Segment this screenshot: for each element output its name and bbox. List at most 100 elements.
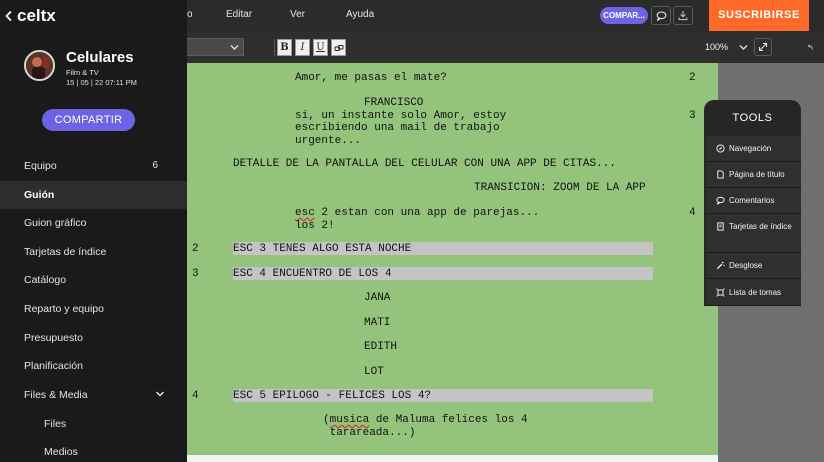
app-root: o Editar Ver Ayuda COMPAR... SUSCRIBIRSE… [0,0,824,462]
transition-line[interactable]: TRANSICION: ZOOM DE LA APP [474,182,646,195]
tool-label: Desglose [729,261,763,270]
project-date: 15 | 05 | 22 07:11 PM [66,78,137,87]
toolbar-divider [274,39,275,56]
scene-number: 2 [192,243,199,255]
scene-number: 3 [192,268,199,280]
script-page[interactable]: Amor, me pasas el mate? 2 FRANCISCO si, … [187,63,718,455]
character-name[interactable]: JANA [364,292,390,305]
menu-item-partial[interactable]: o [187,9,193,20]
link-button[interactable] [331,39,346,56]
sidebar-item-reparto-y-equipo[interactable]: Reparto y equipo [0,295,187,323]
sidebar-item-label: Files [44,418,67,430]
sidebar-item-presupuesto[interactable]: Presupuesto [0,324,187,352]
tools-panel: TOOLS Navegación Página de título Coment… [704,100,801,306]
compass-icon [716,144,725,153]
dialogue-line[interactable]: urgente... [295,135,361,148]
sidebar-item-label: Medios [44,446,78,458]
zoom-select[interactable]: 100% [704,38,752,56]
page-number: 2 [689,72,696,84]
share-header-button[interactable]: COMPAR... [600,7,648,24]
tool-label: Comentarios [729,196,775,205]
sidebar: celtx Celulares Film & TV 15 | 05 | 22 0… [0,0,187,462]
scene-heading[interactable]: ESC 3 TENES ALGO ESTA NOCHE [233,243,411,256]
tool-comentarios[interactable]: Comentarios [706,188,801,214]
dialogue-line[interactable]: Amor, me pasas el mate? [295,72,447,85]
dialogue-line[interactable]: los 2! [295,220,335,233]
page-number: 4 [689,207,696,219]
character-name[interactable]: LOT [364,366,384,379]
sidebar-item-guion-grafico[interactable]: Guion gráfico [0,209,187,237]
document-icon [717,170,724,179]
scene-number: 4 [192,390,199,402]
dialogue-line[interactable]: esc 2 estan con una app de parejas... [295,207,539,220]
scene-heading[interactable]: ESC 4 ENCUENTRO DE LOS 4 [233,268,391,281]
character-name[interactable]: EDITH [364,341,397,354]
frame-icon [716,287,725,297]
tool-tarjetas-de-indice[interactable]: Tarjetas de índice [706,214,801,253]
menu-ver[interactable]: Ver [290,9,305,20]
bold-button[interactable]: B [277,39,292,56]
sidebar-item-label: Guion gráfico [24,217,87,229]
parenthetical-line[interactable]: (musica de Maluma felices los 4 [323,414,528,427]
project-avatar[interactable] [24,50,55,81]
misspelled-word[interactable]: esc [295,207,315,219]
download-icon [678,11,688,21]
menu-ayuda[interactable]: Ayuda [346,9,374,20]
sidebar-item-label: Files & Media [24,389,88,401]
tool-label: Página de título [729,170,785,179]
comments-button[interactable] [651,6,671,25]
character-name[interactable]: FRANCISCO [364,97,423,110]
sidebar-item-label: Equipo [24,160,57,172]
parenthetical-line[interactable]: tarareada...) [323,427,416,440]
tool-label: Navegación [729,144,772,153]
tool-navegacion[interactable]: Navegación [706,136,801,162]
project-type: Film & TV [66,68,99,77]
element-style-select[interactable] [187,38,244,56]
sidebar-item-label: Reparto y equipo [24,303,104,315]
link-icon [334,45,343,51]
tool-lista-de-tomas[interactable]: Lista de tomas [706,279,801,306]
sidebar-item-medios[interactable]: Medios [0,438,187,462]
sidebar-item-tarjetas-de-indice[interactable]: Tarjetas de índice [0,238,187,266]
chevron-down-icon [230,45,239,50]
italic-button[interactable]: I [295,39,310,56]
dialogue-line[interactable]: escribiendo una mail de trabajo [295,122,500,135]
fullscreen-button[interactable] [754,38,772,56]
tool-label: Tarjetas de índice [729,222,792,231]
scene-heading[interactable]: ESC 5 EPILOGO - FELICES LOS 4? [233,390,431,403]
misspelled-word[interactable]: musica [330,414,370,426]
paren-text: de Maluma felices los 4 [369,414,528,426]
sidebar-item-files[interactable]: Files [0,410,187,438]
sidebar-item-files-media[interactable]: Files & Media [0,381,187,409]
sidebar-item-label: Planificación [24,360,83,372]
page-number: 3 [689,110,696,122]
sidebar-item-planificacion[interactable]: Planificación [0,352,187,380]
sidebar-item-label: Catálogo [24,274,67,286]
chevron-down-icon [739,45,748,50]
collapse-arrow-icon[interactable] [806,44,814,51]
expand-icon [758,42,768,52]
sidebar-item-label: Guión [24,189,55,201]
sidebar-item-guion[interactable]: Guión [0,181,187,209]
sidebar-item-catalogo[interactable]: Catálogo [0,266,187,294]
sidebar-item-equipo[interactable]: Equipo 6 [0,152,187,180]
dialogue-text: 2 estan con una app de parejas... [314,207,540,219]
share-button[interactable]: COMPARTIR [42,109,135,131]
sidebar-item-label: Tarjetas de índice [24,246,107,258]
tool-desglose[interactable]: Desglose [706,253,801,279]
tool-pagina-de-titulo[interactable]: Página de título [706,162,801,188]
project-title: Celulares [66,49,134,66]
avatar-image [26,52,53,79]
chat-bubble-icon [656,10,666,21]
app-logo[interactable]: celtx [4,6,56,26]
character-name[interactable]: MATI [364,317,390,330]
download-button[interactable] [673,6,693,25]
underline-button[interactable]: U [313,39,328,56]
app-name: celtx [17,6,56,25]
tool-label: Lista de tomas [729,287,782,297]
menu-editar[interactable]: Editar [226,9,252,20]
action-line[interactable]: DETALLE DE LA PANTALLA DEL CELULAR CON U… [233,158,616,171]
subscribe-button[interactable]: SUSCRIBIRSE [709,0,809,31]
zoom-value: 100% [705,42,729,52]
page-bottom-edge [187,455,718,462]
